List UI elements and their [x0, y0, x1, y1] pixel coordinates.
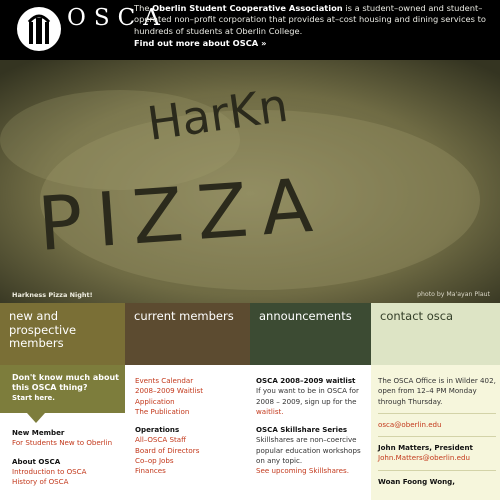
column-header-current-members[interactable]: current members [125, 303, 250, 365]
hero-caption: Harkness Pizza Night! [12, 291, 93, 299]
photo-credit: photo by Ma'ayan Plaut [417, 291, 490, 298]
current-members-list: Events Calendar 2008–2009 Waitlist Appli… [135, 376, 203, 477]
about-osca-heading: About OSCA [12, 456, 61, 466]
column-header-new-members[interactable]: new and prospective members [0, 303, 125, 365]
intro-pre: The [134, 3, 153, 13]
find-out-more-link[interactable]: Find out more about OSCA » [134, 38, 494, 49]
new-members-callout[interactable]: Don't know much about this OSCA thing? S… [0, 365, 125, 413]
announcements-list: OSCA 2008–2009 waitlist If you want to b… [256, 376, 366, 477]
announcement-skillshare-link[interactable]: See upcoming Skillshares. [256, 466, 349, 475]
hero-photo: HarKn PIZZA [0, 60, 500, 303]
contact-divider [378, 436, 496, 438]
callout-start-link[interactable]: Start here. [12, 394, 125, 402]
site-header: OSCA The Oberlin Student Cooperative Ass… [0, 0, 500, 60]
intro-org-name: Oberlin Student Cooperative Association [152, 3, 343, 13]
president-name: John Matters, President [378, 443, 473, 453]
osca-email-link[interactable]: osca@oberlin.edu [378, 420, 442, 429]
intro-osca-link[interactable]: Introduction to OSCA [12, 467, 86, 476]
operations-heading: Operations [135, 425, 180, 435]
board-of-directors-link[interactable]: Board of Directors [135, 446, 199, 455]
new-members-list: New Member For Students New to Oberlin A… [12, 428, 112, 487]
application-link[interactable]: Application [135, 397, 175, 406]
office-hours-text: The OSCA Office is in Wilder 402, open f… [378, 376, 496, 406]
logo-mark-icon [27, 14, 51, 44]
contact-list: The OSCA Office is in Wilder 402, open f… [378, 376, 496, 487]
contact-divider [378, 412, 496, 414]
new-member-heading: New Member [12, 428, 65, 437]
events-calendar-link[interactable]: Events Calendar [135, 376, 193, 385]
contact-divider [378, 469, 496, 471]
students-new-link[interactable]: For Students New to Oberlin [12, 438, 112, 447]
publication-link[interactable]: The Publication [135, 407, 189, 416]
waitlist-link[interactable]: 2008–2009 Waitlist [135, 386, 203, 395]
history-osca-link[interactable]: History of OSCA [12, 477, 68, 486]
flour-pizza-image: HarKn PIZZA [0, 60, 500, 303]
column-header-announcements[interactable]: announcements [250, 303, 371, 365]
announcement-skillshare-text: Skillshares are non–coercive popular edu… [256, 435, 361, 466]
finances-link[interactable]: Finances [135, 466, 166, 475]
president-email-link[interactable]: John.Matters@oberlin.edu [378, 453, 470, 462]
announcement-skillshare-title: OSCA Skillshare Series [256, 425, 348, 435]
callout-arrow-icon [27, 413, 45, 423]
announcement-waitlist-title: OSCA 2008–2009 waitlist [256, 376, 356, 385]
announcement-waitlist-link[interactable]: waitlist. [256, 407, 284, 416]
all-osca-staff-link[interactable]: All–OSCA Staff [135, 435, 186, 444]
callout-question: Don't know much about this OSCA thing? [12, 373, 119, 392]
second-contact-name: Woan Foong Wong, [378, 476, 455, 486]
co-op-jobs-link[interactable]: Co–op Jobs [135, 456, 174, 465]
announcement-waitlist-text: If you want to be in OSCA for 2008 – 200… [256, 386, 359, 406]
intro-text: The Oberlin Student Cooperative Associat… [134, 3, 494, 49]
osca-logo[interactable] [17, 7, 61, 51]
column-header-contact[interactable]: contact osca [371, 303, 500, 365]
